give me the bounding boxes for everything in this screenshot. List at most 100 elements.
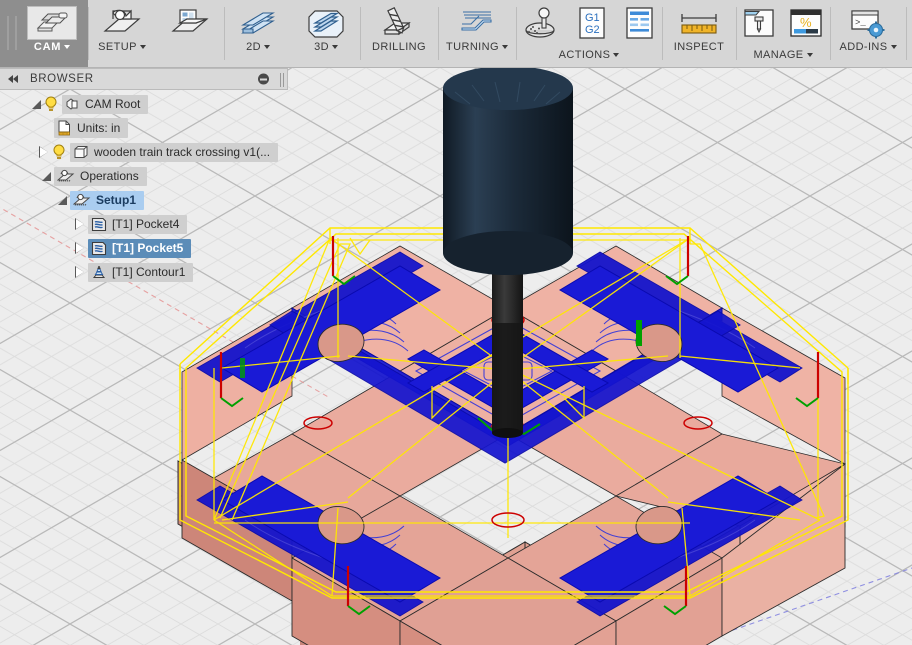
chevron-down-icon	[890, 45, 897, 49]
setup-button[interactable]: SETUP	[88, 0, 156, 67]
drill-icon	[377, 5, 421, 41]
svg-text:%: %	[800, 15, 812, 30]
tree-item-cam-root[interactable]: CAM Root	[0, 94, 312, 114]
browser-panel: BROWSER CAM Root Units: in wooden train …	[0, 68, 312, 286]
svg-text:G2: G2	[585, 24, 600, 36]
cam-browser-tree: CAM Root Units: in wooden train track cr…	[0, 90, 312, 282]
tree-text-pocket5: [T1] Pocket5	[112, 241, 184, 255]
tree-item-contour1[interactable]: [T1] Contour1	[0, 262, 312, 282]
manage-button-label: MANAGE	[753, 49, 804, 61]
browser-header: BROWSER	[0, 68, 288, 90]
inspect-group: INSPECT	[662, 0, 736, 67]
threed-toolpath-icon	[305, 5, 347, 41]
tree-item-operations[interactable]: Operations	[0, 166, 312, 186]
chevron-down-icon	[139, 45, 146, 49]
tree-label-pocket4[interactable]: [T1] Pocket4	[88, 214, 188, 234]
double-arrow-left-icon[interactable]	[8, 75, 18, 83]
tree-item-setup1[interactable]: Setup1	[0, 190, 312, 210]
panel-resize-grip[interactable]	[280, 73, 284, 87]
chevron-down-icon	[64, 45, 71, 49]
tree-label-setup1[interactable]: Setup1	[70, 190, 145, 210]
actions-group: ACTIONS G1 G2	[516, 0, 662, 67]
ruler-measure-icon	[674, 5, 724, 41]
ribbon-toolbar: CAM SETUP 2D 3D DRILLING TURNING G1 G2 A…	[0, 0, 912, 68]
disclosure-open-icon[interactable]	[54, 195, 70, 205]
setup-sheet-button[interactable]	[156, 0, 224, 67]
twod-toolpath-icon	[237, 5, 279, 41]
select-group: SELECT	[906, 0, 912, 67]
tree-label-cam-root[interactable]: CAM Root	[62, 94, 149, 114]
select-button[interactable]: SELECT	[906, 0, 912, 67]
manage-group-label-row: MANAGE	[736, 49, 830, 62]
browser-title: BROWSER	[30, 73, 94, 85]
chevron-down-icon	[806, 53, 813, 57]
tree-text-cam-root: CAM Root	[85, 97, 141, 111]
tool-library-icon	[740, 5, 778, 41]
setup-folder-icon	[101, 5, 143, 41]
chevron-down-icon	[613, 53, 620, 57]
manage-group: MANAGE % MANAGE	[736, 0, 830, 67]
setup-folder-icon	[73, 193, 91, 208]
tree-text-contour1: [T1] Contour1	[112, 265, 186, 279]
tree-label-model-body[interactable]: wooden train track crossing v1(...	[70, 142, 279, 162]
tree-label-units[interactable]: Units: in	[54, 118, 129, 138]
drilling-group: DRILLING	[360, 0, 438, 67]
tree-label-contour1[interactable]: [T1] Contour1	[88, 262, 194, 282]
disclosure-closed-icon[interactable]	[72, 241, 88, 254]
machining-time-icon: %	[787, 5, 825, 41]
inspect-button[interactable]: INSPECT	[662, 0, 736, 67]
tool-holder-top	[443, 68, 573, 110]
cam-tab-group: CAM	[0, 0, 88, 67]
addins-group: >_ ADD-INS	[830, 0, 906, 67]
setup-sheet-table-icon	[621, 5, 657, 41]
tree-text-pocket4: [T1] Pocket4	[112, 217, 180, 231]
disclosure-open-icon[interactable]	[28, 99, 44, 109]
lightbulb-icon[interactable]	[52, 144, 66, 160]
disclosure-closed-icon[interactable]	[72, 265, 88, 278]
twod-button-label: 2D	[246, 41, 261, 53]
disclosure-closed-icon[interactable]	[72, 217, 88, 230]
tree-label-pocket5[interactable]: [T1] Pocket5	[88, 238, 192, 258]
turning-button[interactable]: TURNING	[438, 0, 516, 67]
scripts-addins-icon: >_	[846, 5, 890, 41]
body-icon	[73, 145, 89, 160]
svg-text:G1: G1	[585, 12, 600, 24]
contour-operation-icon	[91, 265, 107, 280]
turning-icon	[455, 5, 499, 41]
tab-cam-label: CAM	[33, 41, 62, 53]
setup-button-label: SETUP	[98, 41, 137, 53]
chevron-down-icon	[501, 45, 508, 49]
units-document-icon	[57, 120, 72, 136]
addins-button-label: ADD-INS	[839, 41, 888, 53]
g1g2-postprocess-icon: G1 G2	[574, 5, 610, 41]
twod-button[interactable]: 2D	[224, 0, 292, 67]
toolpath-group: 2D 3D	[224, 0, 360, 67]
disclosure-open-icon[interactable]	[38, 171, 54, 181]
tree-text-setup1: Setup1	[96, 193, 137, 207]
addins-button[interactable]: >_ ADD-INS	[830, 0, 906, 67]
threed-button-label: 3D	[314, 41, 329, 53]
tree-label-operations[interactable]: Operations	[54, 166, 147, 186]
turning-button-label: TURNING	[446, 41, 499, 53]
minus-circle-icon[interactable]	[258, 73, 269, 85]
tree-item-model-body[interactable]: wooden train track crossing v1(...	[0, 142, 312, 162]
tree-item-units[interactable]: Units: in	[0, 118, 312, 138]
actions-button-label: ACTIONS	[558, 49, 611, 61]
simulate-icon	[520, 5, 564, 41]
actions-group-label-row: ACTIONS	[516, 49, 662, 62]
threed-button[interactable]: 3D	[292, 0, 360, 67]
fusion360-cam-window: CAM SETUP 2D 3D DRILLING TURNING G1 G2 A…	[0, 0, 912, 645]
svg-text:>_: >_	[855, 18, 866, 28]
tree-item-pocket5[interactable]: [T1] Pocket5	[0, 238, 312, 258]
lightbulb-icon[interactable]	[44, 96, 58, 112]
disclosure-closed-icon[interactable]	[36, 145, 52, 158]
setup-sheet-icon	[169, 5, 211, 41]
drilling-button-label: DRILLING	[372, 41, 426, 53]
tab-cam[interactable]: CAM	[0, 0, 88, 67]
tree-item-pocket4[interactable]: [T1] Pocket4	[0, 214, 312, 234]
setup-group: SETUP	[88, 0, 224, 67]
tree-text-units: Units: in	[77, 121, 121, 135]
drilling-button[interactable]: DRILLING	[360, 0, 438, 67]
inspect-button-label: INSPECT	[673, 41, 725, 53]
pocket-operation-icon	[91, 241, 107, 256]
